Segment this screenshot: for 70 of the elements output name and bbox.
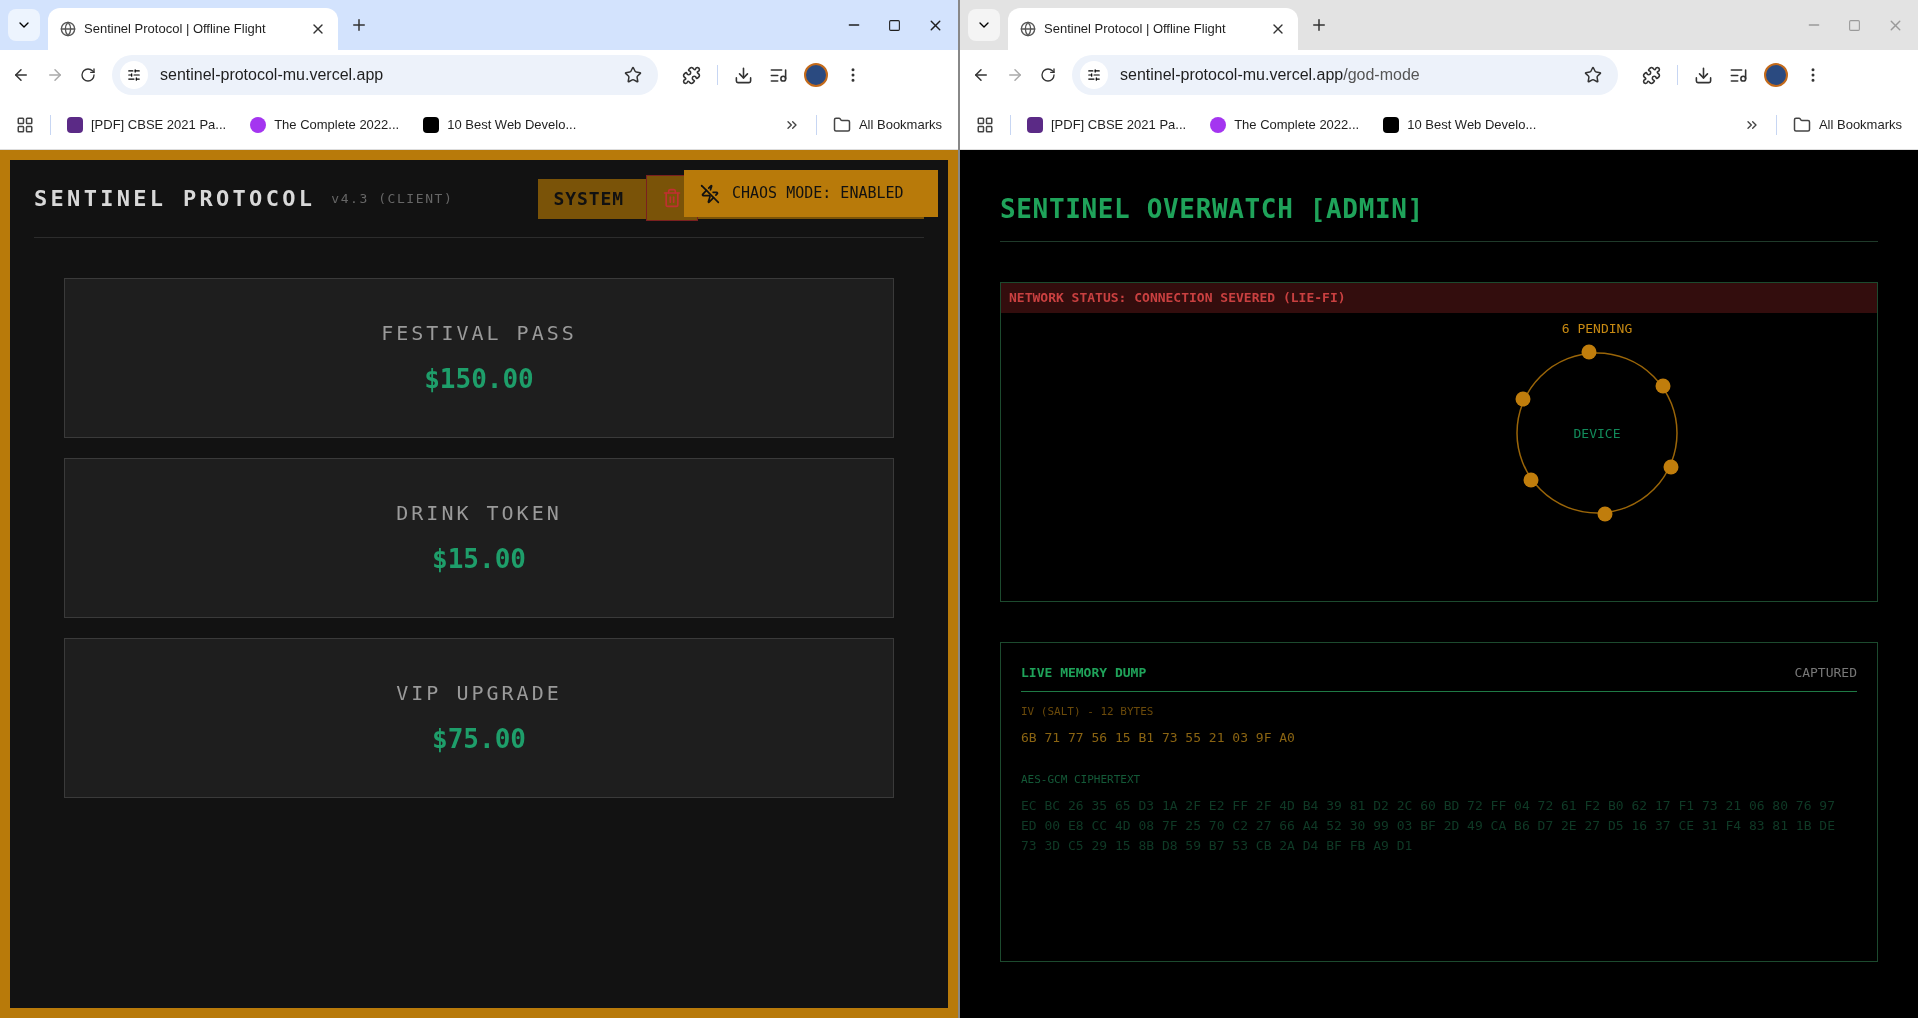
tab-title: Sentinel Protocol | Offline Flight [84,20,267,39]
apps-icon[interactable] [16,115,34,134]
ciphertext-bytes: EC BC 26 35 65 D3 1A 2F E2 FF 2F 4D B4 39 81 D2 2C 60 BD 72 FF 04 72 61 F2 B0 62 17 F1 73 21 06 80 76 97 ED 00 E8 CC 4D 08 7F 25 70 C2 27 66 A4 52 30 99 03 BF 2D 49 CA B6 D7 2E 27 D5 16 37 CE 31 F4 83 81 1B DE 73 3D C5 29 15 8B D8 59 B7 53 CB 2A D4 BF FB A9 D1 [1021,797,1836,855]
app-title: SENTINEL PROTOCOL [34,185,316,213]
globe-icon [60,21,76,37]
address-bar[interactable]: sentinel-protocol-mu.vercel.app/god-mode [1072,55,1618,95]
url-text: sentinel-protocol-mu.vercel.app/god-mode [1120,65,1421,85]
new-tab-icon[interactable] [350,16,368,34]
reload-icon[interactable] [80,67,96,83]
chaos-slashed-icon [700,183,720,204]
network-status-bar: NETWORK STATUS: CONNECTION SEVERED (LIE-FI) [1001,283,1877,313]
version-label: v4.3 (CLIENT) [331,189,454,208]
ciphertext-label: AES-GCM CIPHERTEXT [1021,771,1142,788]
browser-tab[interactable]: Sentinel Protocol | Offline Flight [48,8,338,50]
bookmark-item[interactable]: 10 Best Web Develo... [1383,114,1537,135]
bookmark-item[interactable]: [PDF] CBSE 2021 Pa... [67,114,227,135]
all-bookmarks-button[interactable]: All Bookmarks [832,114,942,135]
globe-icon [1020,21,1036,37]
folder-icon [832,115,851,134]
tab-title: Sentinel Protocol | Offline Flight [1044,20,1227,39]
bookmark-star-icon[interactable] [624,66,642,84]
apps-icon[interactable] [976,115,994,134]
bookmark-item[interactable]: [PDF] CBSE 2021 Pa... [1027,114,1187,135]
reload-icon[interactable] [1040,67,1056,83]
extensions-icon[interactable] [682,65,701,85]
bookmark-favicon-icon [1210,116,1227,133]
tab-list-button[interactable] [968,9,1000,41]
product-price: $15.00 [432,542,526,576]
download-icon[interactable] [1694,65,1713,85]
product-card[interactable]: VIP UPGRADE $75.00 [64,638,894,798]
extensions-icon[interactable] [1642,65,1661,85]
iv-label: IV (SALT) - 12 BYTES [1021,703,1155,720]
bookmark-item[interactable]: 10 Best Web Develo... [423,114,577,135]
maximize-icon[interactable] [888,18,901,32]
url-text: sentinel-protocol-mu.vercel.app [160,65,385,85]
address-bar[interactable]: sentinel-protocol-mu.vercel.app [112,55,658,95]
browser-tab[interactable]: Sentinel Protocol | Offline Flight [1008,8,1298,50]
pending-count: 6 PENDING [1561,321,1633,336]
tab-list-button[interactable] [8,9,40,41]
bookmark-favicon-icon [423,116,440,133]
avatar-icon[interactable] [1764,63,1788,87]
memory-title: LIVE MEMORY DUMP [1021,664,1147,682]
product-name: FESTIVAL PASS [381,319,577,347]
capture-status: CAPTURED [1794,664,1857,682]
all-bookmarks-button[interactable]: All Bookmarks [1792,114,1902,135]
bookmark-star-icon[interactable] [1584,66,1602,84]
product-name: VIP UPGRADE [396,679,562,707]
bookmark-item[interactable]: The Complete 2022... [1210,114,1360,135]
avatar-icon[interactable] [804,63,828,87]
device-label: DEVICE [1573,426,1621,441]
new-tab-icon[interactable] [1310,16,1328,34]
product-price: $150.00 [424,362,534,396]
bookmark-favicon-icon [1027,116,1043,133]
bookmark-favicon-icon [250,116,267,133]
site-settings-icon[interactable] [120,61,148,89]
site-settings-icon[interactable] [1080,61,1108,89]
back-icon[interactable] [972,66,990,84]
folder-icon [1792,115,1811,134]
product-card[interactable]: FESTIVAL PASS $150.00 [64,278,894,438]
iv-bytes: 6B 71 77 56 15 B1 73 55 21 03 9F A0 [1021,729,1296,747]
product-price: $75.00 [432,722,526,756]
toast-text: CHAOS MODE: ENABLED [732,183,904,205]
product-name: DRINK TOKEN [396,499,562,527]
product-card[interactable]: DRINK TOKEN $15.00 [64,458,894,618]
bookmark-favicon-icon [1383,116,1400,133]
bookmark-favicon-icon [67,116,83,133]
back-icon[interactable] [12,66,30,84]
admin-title: SENTINEL OVERWATCH [ADMIN] [1000,194,1424,224]
download-icon[interactable] [734,65,753,85]
bookmark-item[interactable]: The Complete 2022... [250,114,400,135]
